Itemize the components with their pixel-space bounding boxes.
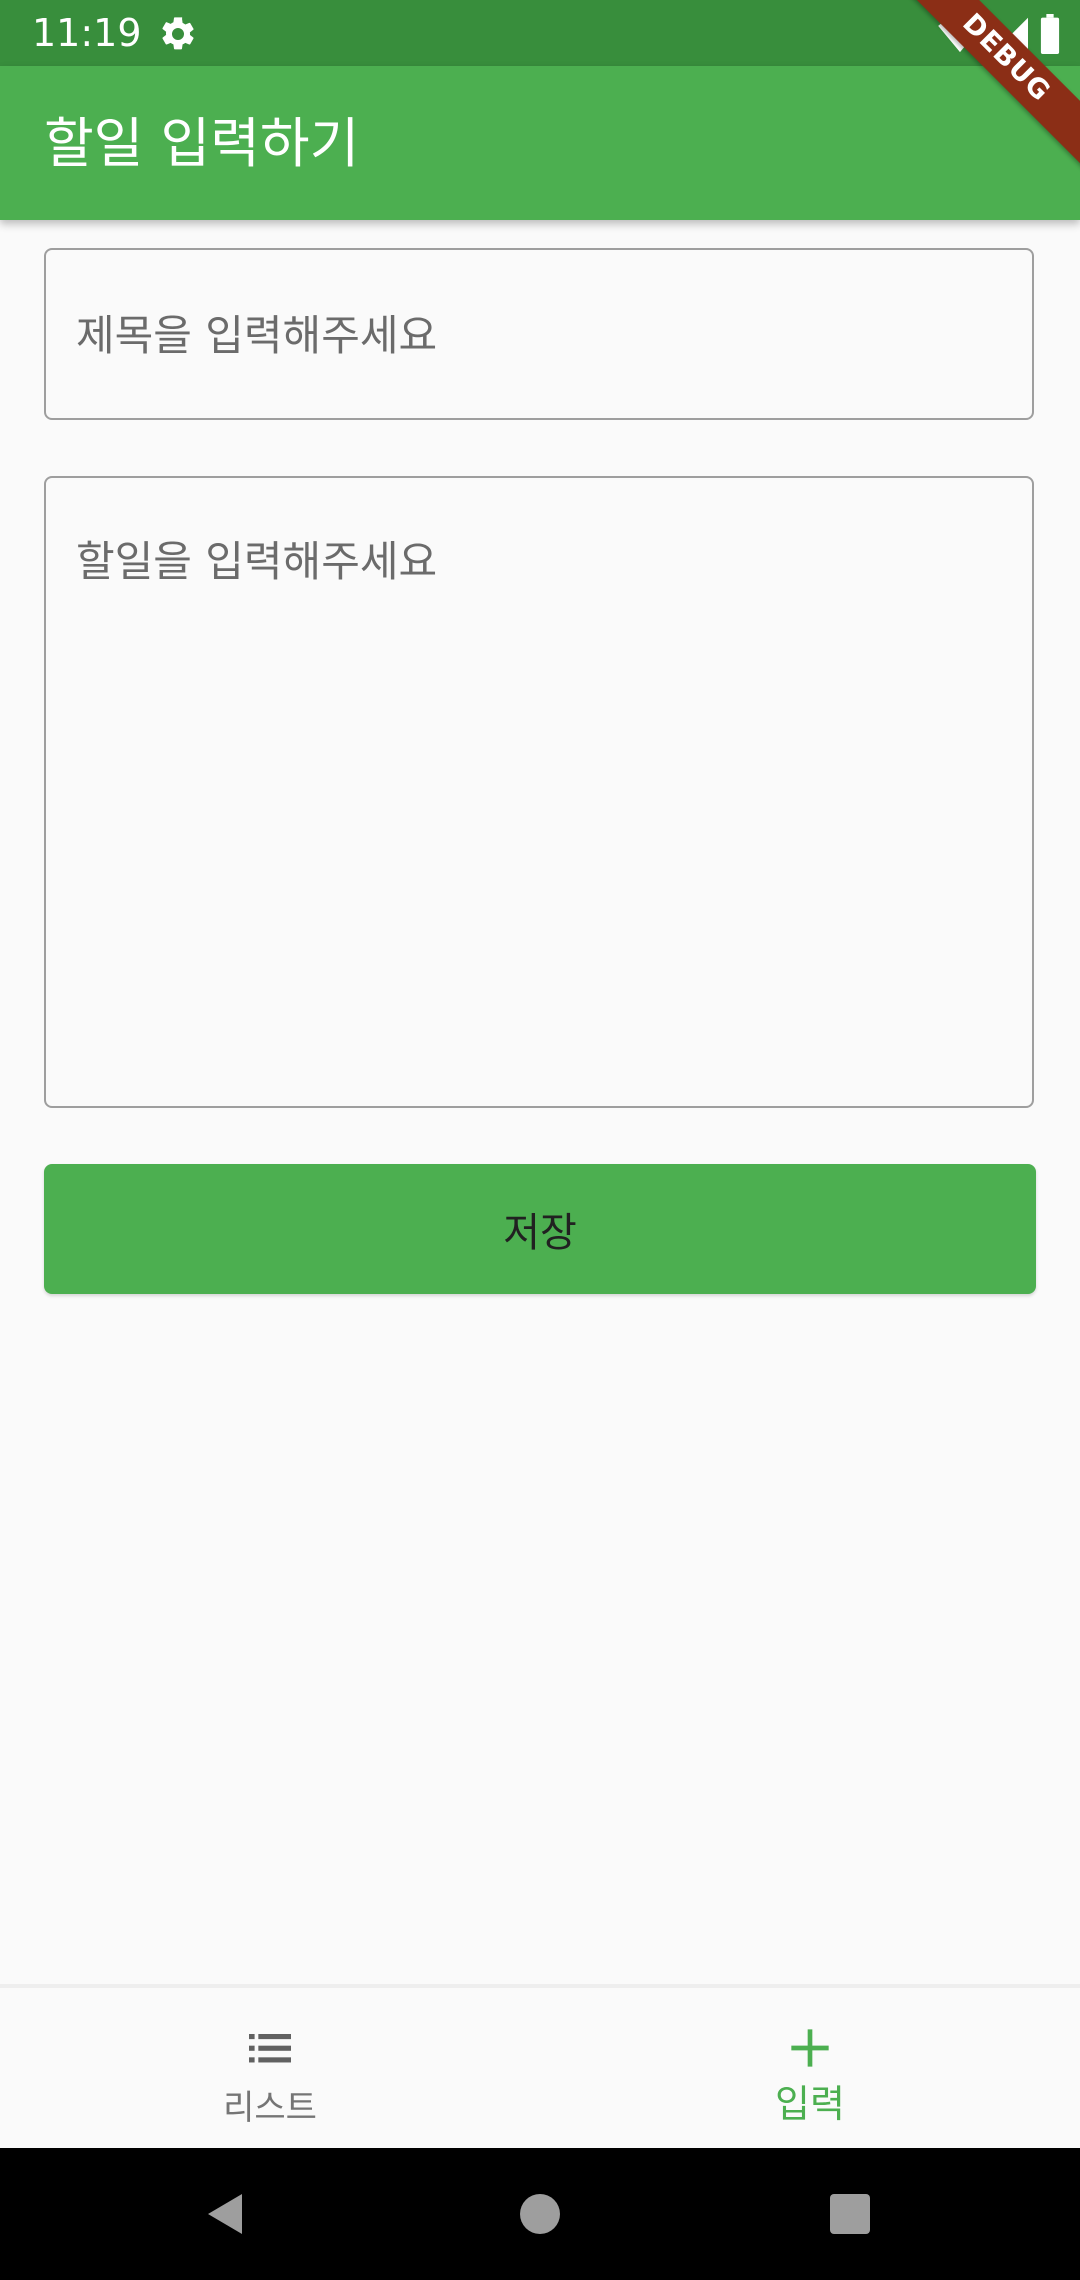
add-icon: [791, 2029, 829, 2067]
save-button[interactable]: 저장: [44, 1164, 1036, 1294]
nav-label-input: 입력: [775, 2082, 845, 2126]
home-icon[interactable]: [516, 2190, 564, 2238]
nav-item-input[interactable]: 입력: [540, 1988, 1080, 2148]
status-time: 11:19: [32, 11, 142, 55]
todo-input[interactable]: [76, 534, 1002, 1076]
title-field[interactable]: [44, 248, 1034, 420]
bottom-navigation: 리스트 입력: [0, 1984, 1080, 2148]
battery-icon: [1040, 14, 1060, 54]
todo-field[interactable]: [44, 476, 1034, 1108]
nav-item-list[interactable]: 리스트: [0, 1988, 540, 2148]
recents-icon[interactable]: [826, 2190, 874, 2238]
settings-gear-icon: [162, 17, 194, 50]
page-title: 할일 입력하기: [44, 112, 360, 175]
status-bar: 11:19: [0, 0, 1080, 66]
title-input[interactable]: [76, 306, 1002, 366]
nav-label-list: 리스트: [223, 2088, 317, 2128]
screen: 11:19 DEBUG 할일 입력하기 저장: [0, 0, 1080, 2280]
back-icon[interactable]: [202, 2190, 250, 2238]
list-icon: [249, 2034, 291, 2063]
app-bar: 할일 입력하기: [0, 66, 1080, 220]
system-navigation-bar: [0, 2148, 1080, 2280]
